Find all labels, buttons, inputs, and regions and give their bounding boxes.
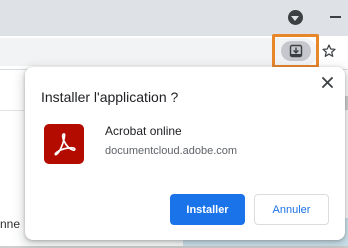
install-app-icon (280, 41, 311, 61)
profile-dropdown-icon[interactable] (285, 7, 305, 27)
cancel-button[interactable]: Annuler (254, 194, 329, 225)
install-app-button[interactable] (272, 34, 319, 68)
minimize-icon[interactable] (326, 6, 348, 28)
dialog-title: Installer l'application ? (41, 89, 179, 105)
star-icon[interactable] (319, 41, 339, 61)
app-name: Acrobat online (105, 124, 182, 138)
tab-strip (0, 0, 348, 36)
page-sidebar-fragment (0, 110, 24, 190)
acrobat-icon (44, 124, 84, 164)
close-icon[interactable] (319, 74, 335, 90)
install-button[interactable]: Installer (170, 194, 245, 225)
address-bar[interactable] (0, 38, 318, 66)
page-text-fragment: nne (0, 217, 21, 231)
app-origin: documentcloud.adobe.com (105, 145, 238, 157)
install-app-dialog: Installer l'application ? Acrobat online… (25, 67, 345, 240)
